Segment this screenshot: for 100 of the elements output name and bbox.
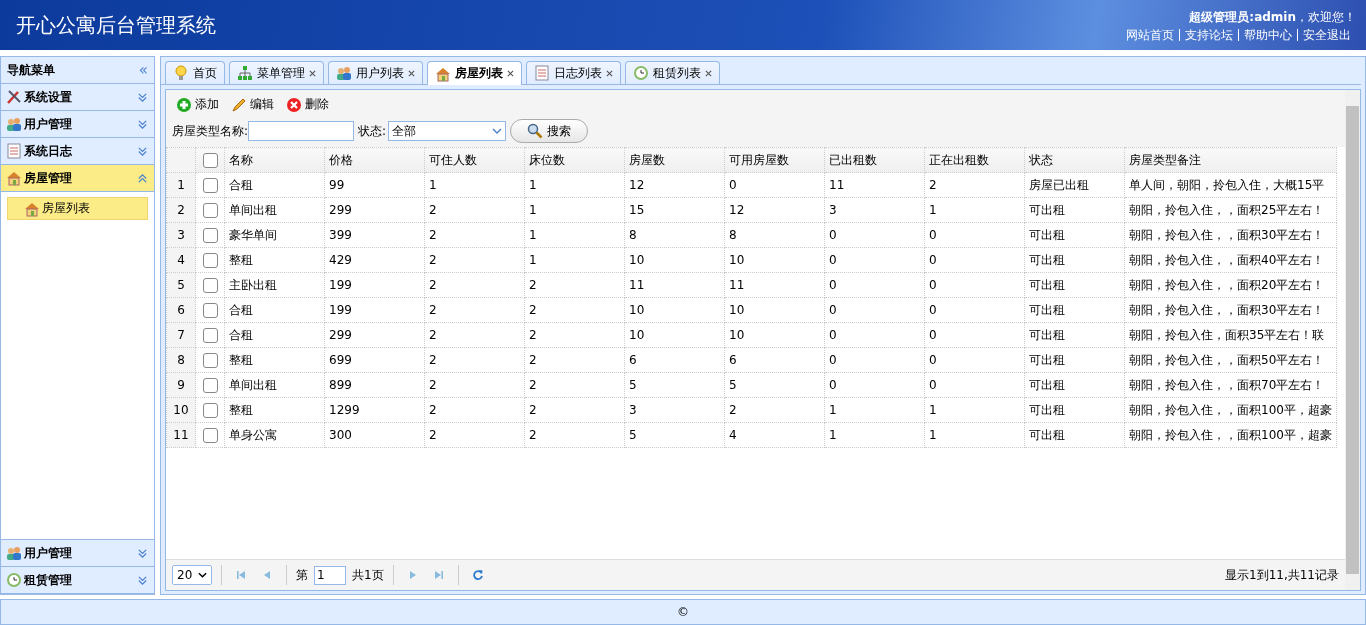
table-cell: 2 (424, 222, 525, 248)
hierarchy-icon (237, 65, 253, 81)
column-header[interactable]: 已出租数 (824, 147, 925, 173)
header-link[interactable]: 安全退出 (1297, 29, 1356, 41)
column-header[interactable]: 房屋类型备注 (1124, 147, 1337, 173)
sidebar-group-header[interactable]: 用户管理 (1, 111, 154, 138)
table-cell: 1 (924, 197, 1025, 223)
input-field[interactable] (248, 121, 355, 141)
toolbar-button[interactable]: 删除 (286, 96, 329, 113)
select-all-checkbox[interactable] (202, 152, 218, 168)
tab[interactable]: 租赁列表 (625, 61, 720, 84)
table-cell: 豪华单间 (224, 222, 325, 248)
tab[interactable]: 房屋列表 (427, 61, 522, 85)
column-header[interactable]: 可用房屋数 (724, 147, 825, 173)
table-cell: 1 (524, 197, 625, 223)
table-cell: 299 (324, 322, 425, 348)
page-number-field[interactable]: 1 (314, 565, 346, 585)
expand-icon[interactable] (137, 118, 148, 130)
table-cell: 2 (524, 397, 625, 423)
search-icon (527, 123, 544, 139)
expand-icon[interactable] (137, 574, 148, 586)
sidebar-group-header[interactable]: 用户管理 (1, 540, 154, 567)
header-link[interactable]: 帮助中心 (1238, 29, 1297, 41)
expand-icon[interactable] (137, 547, 148, 559)
expand-icon[interactable] (137, 91, 148, 103)
sidebar-group-header[interactable]: 系统设置 (1, 84, 154, 111)
row-checkbox[interactable] (202, 202, 218, 218)
header-link[interactable]: 支持论坛 (1179, 29, 1238, 41)
sidebar-group-header[interactable]: 系统日志 (1, 138, 154, 165)
table-cell: 5 (624, 422, 725, 448)
row-checkbox[interactable] (202, 427, 218, 443)
table-cell: 12 (624, 172, 725, 198)
pencil-icon (231, 96, 247, 113)
column-header[interactable]: 名称 (224, 147, 325, 173)
table-cell: 8 (724, 222, 825, 248)
column-header[interactable]: 状态 (1024, 147, 1125, 173)
table-cell: 0 (924, 297, 1025, 323)
table-cell: 10 (724, 322, 825, 348)
row-checkbox[interactable] (202, 377, 218, 393)
row-checkbox[interactable] (202, 402, 218, 418)
house-icon (435, 65, 451, 82)
table-cell: 可出租 (1024, 272, 1125, 298)
column-header[interactable]: 房屋数 (624, 147, 725, 173)
field-label: 状态: (358, 122, 387, 140)
vertical-scrollbar[interactable] (1345, 90, 1360, 590)
column-header[interactable]: 价格 (324, 147, 425, 173)
table-cell: 2 (524, 272, 625, 298)
toolbar-button[interactable]: 添加 (176, 96, 219, 113)
table-cell: 2 (424, 272, 525, 298)
table-cell: 11 (824, 172, 925, 198)
column-header[interactable]: 正在出租数 (924, 147, 1025, 173)
collapse-icon[interactable] (137, 172, 148, 184)
close-icon[interactable] (606, 69, 613, 77)
sidebar-group-header[interactable]: 租赁管理 (1, 567, 154, 594)
document-icon (534, 65, 550, 81)
close-icon[interactable] (507, 70, 514, 77)
table-cell: 12 (724, 197, 825, 223)
tab[interactable]: 菜单管理 (229, 61, 324, 84)
table-cell: 0 (824, 322, 925, 348)
table-cell: 300 (324, 422, 425, 448)
table-cell: 单间出租 (224, 197, 325, 223)
row-checkbox[interactable] (202, 177, 218, 193)
table-cell: 可出租 (1024, 197, 1125, 223)
column-header[interactable]: 床位数 (524, 147, 625, 173)
refresh-icon[interactable] (471, 569, 484, 581)
close-icon[interactable] (705, 69, 712, 77)
sidebar-group-header[interactable]: 房屋管理 (1, 165, 154, 192)
table-cell: 可出租 (1024, 347, 1125, 373)
table-cell: 2 (424, 347, 525, 373)
row-checkbox[interactable] (202, 352, 218, 368)
close-icon[interactable] (408, 69, 415, 77)
page-size-select[interactable]: 20 (172, 565, 212, 585)
last-page-icon[interactable] (432, 569, 445, 581)
first-page-icon[interactable] (235, 569, 247, 581)
row-checkbox[interactable] (202, 327, 218, 343)
row-checkbox[interactable] (202, 227, 218, 243)
search-button[interactable]: 搜索 (510, 119, 589, 143)
tab[interactable]: 首页 (165, 61, 225, 84)
row-checkbox[interactable] (202, 252, 218, 268)
table-cell: 朝阳，拎包入住，，面积20平左右！ (1124, 272, 1337, 298)
row-checkbox[interactable] (202, 302, 218, 318)
tab[interactable]: 日志列表 (526, 61, 621, 84)
table-cell: 整租 (224, 397, 325, 423)
row-checkbox[interactable] (202, 277, 218, 293)
document-icon (6, 143, 22, 159)
status-dropdown[interactable]: 全部 (388, 121, 507, 141)
table-cell: 11 (724, 272, 825, 298)
expand-icon[interactable] (137, 145, 148, 157)
table-cell: 朝阳，拎包入住，，面积30平左右！ (1124, 222, 1337, 248)
table-cell: 1 (924, 422, 1025, 448)
header-link[interactable]: 网站首页 (1121, 29, 1179, 41)
table-cell: 1 (524, 222, 625, 248)
sidebar-item[interactable]: 房屋列表 (7, 197, 148, 220)
caret-icon (198, 572, 207, 578)
table-cell: 0 (724, 172, 825, 198)
column-header[interactable]: 可住人数 (424, 147, 525, 173)
toolbar-button[interactable]: 编辑 (231, 96, 274, 113)
close-icon[interactable] (309, 69, 316, 77)
table-cell: 2 (524, 422, 625, 448)
tab[interactable]: 用户列表 (328, 61, 423, 84)
